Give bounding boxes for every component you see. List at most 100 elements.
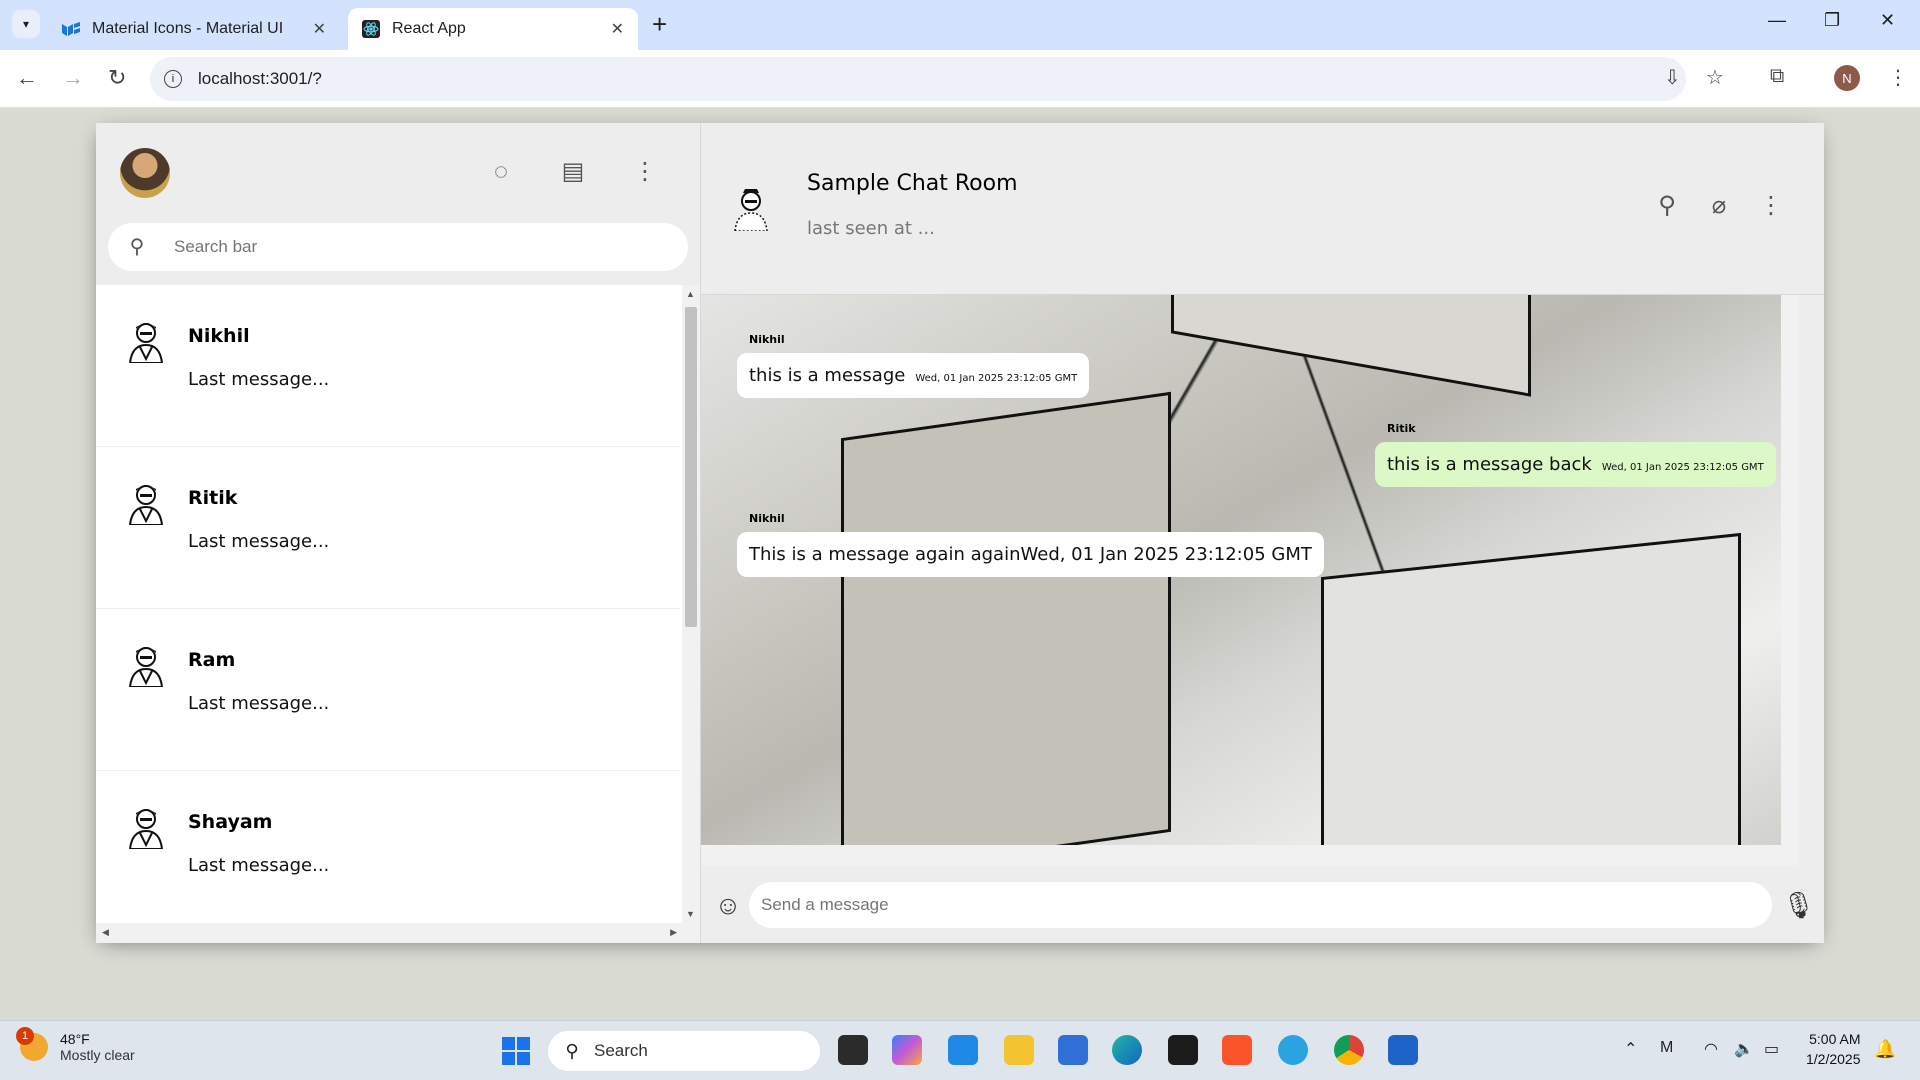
more-vert-icon[interactable]: ⋮ — [630, 157, 660, 187]
copilot-icon[interactable] — [892, 1035, 922, 1065]
more-vert-icon[interactable]: ⋮ — [1756, 191, 1786, 221]
chat-list-horizontal-scrollbar[interactable]: ◀ ▶ — [96, 923, 683, 943]
chat-body-horizontal-scrollbar[interactable] — [701, 845, 1799, 865]
taskbar-search-label: Search — [594, 1041, 648, 1060]
close-window-icon[interactable]: ✕ — [1880, 10, 1895, 31]
chat-header: Sample Chat Room last seen at ... ⚲ ⌀ ⋮ — [701, 123, 1824, 295]
restore-icon[interactable]: ❐ — [1824, 10, 1840, 31]
minimize-icon[interactable]: — — [1768, 10, 1786, 31]
message-bubble: this is a message Wed, 01 Jan 2025 23:12:… — [737, 353, 1090, 398]
edge-icon[interactable] — [1112, 1035, 1142, 1065]
profile-avatar[interactable]: N — [1834, 65, 1860, 91]
battery-icon[interactable]: ▭ — [1764, 1039, 1779, 1059]
clock[interactable]: 5:00 AM 1/2/2025 — [1806, 1029, 1861, 1069]
bookmark-star-icon[interactable]: ☆ — [1706, 65, 1724, 90]
tab-react-app[interactable]: React App ✕ — [348, 8, 638, 50]
scroll-down-arrow-icon[interactable]: ▼ — [686, 909, 695, 919]
wifi-icon[interactable]: ◠ — [1704, 1039, 1718, 1059]
react-logo-icon — [362, 20, 380, 38]
taskbar-search[interactable]: ⚲ Search — [548, 1031, 820, 1071]
chat-name: Shayam — [188, 811, 273, 833]
close-tab-icon[interactable]: ✕ — [313, 19, 326, 39]
user-avatar[interactable] — [120, 148, 170, 198]
back-icon[interactable]: ← — [16, 65, 38, 91]
chat-icon[interactable]: ▤ — [558, 157, 588, 187]
close-tab-icon[interactable]: ✕ — [611, 19, 624, 39]
message-sender: Nikhil — [749, 512, 785, 525]
chat-list: Nikhil Last message... Ritik Last messag… — [96, 285, 700, 943]
scrollbar-thumb[interactable] — [685, 307, 697, 627]
chat-panel: Sample Chat Room last seen at ... ⚲ ⌀ ⋮ … — [701, 123, 1824, 943]
forward-icon[interactable]: → — [62, 65, 84, 91]
search-container: ⚲ — [108, 223, 688, 271]
chat-list-item[interactable]: Shayam Last message... — [96, 771, 680, 933]
chat-list-scrollbar[interactable]: ▲ ▼ — [682, 285, 700, 943]
chat-last-message: Last message... — [188, 369, 330, 390]
search-icon[interactable]: ⚲ — [1652, 191, 1682, 221]
telegram-icon[interactable] — [1278, 1035, 1308, 1065]
chat-last-message: Last message... — [188, 855, 330, 876]
chat-message: Nikhil This is a message again againWed,… — [737, 512, 1324, 577]
last-seen-text: last seen at ... — [807, 218, 935, 239]
browser-menu-icon[interactable]: ⋮ — [1888, 65, 1908, 90]
windows-start-icon[interactable] — [502, 1037, 530, 1065]
search-input[interactable] — [174, 237, 574, 257]
attach-file-icon[interactable]: ⌀ — [1704, 191, 1734, 221]
scroll-left-arrow-icon[interactable]: ◀ — [102, 927, 109, 938]
chat-list-item[interactable]: Ritik Last message... — [96, 447, 680, 609]
address-bar[interactable]: i localhost:3001/? — [150, 57, 1686, 101]
chat-list-item[interactable]: Ram Last message... — [96, 609, 680, 771]
message-input[interactable] — [749, 882, 1772, 928]
sticky-notes-icon[interactable] — [1168, 1035, 1198, 1065]
volume-icon[interactable]: 🔈 — [1734, 1039, 1754, 1059]
tab-material-icons[interactable]: Material Icons - Material UI ✕ — [48, 8, 340, 50]
weather-badge: 1 — [16, 1027, 34, 1045]
search-icon: ⚲ — [565, 1041, 579, 1061]
room-avatar-icon — [734, 189, 768, 231]
chat-message: Nikhil this is a message Wed, 01 Jan 2025… — [737, 333, 1090, 398]
mui-logo-icon — [62, 20, 80, 38]
extensions-icon[interactable]: ⧉ — [1770, 65, 1784, 88]
message-bubble: this is a message back Wed, 01 Jan 2025 2… — [1375, 442, 1776, 487]
chrome-icon[interactable] — [1334, 1035, 1364, 1065]
file-explorer-icon[interactable] — [1004, 1035, 1034, 1065]
message-text: This is a message again again — [749, 544, 1021, 565]
message-text: this is a message — [749, 365, 906, 386]
weather-widget[interactable]: 1 48°F Mostly clear — [16, 1027, 135, 1063]
background-panel — [841, 391, 1171, 845]
vscode-icon[interactable] — [948, 1035, 978, 1065]
chat-last-message: Last message... — [188, 531, 330, 552]
install-app-icon[interactable]: ⇩ — [1664, 65, 1681, 90]
tray-overflow-icon[interactable]: ⌃ — [1624, 1039, 1637, 1059]
chat-body: Nikhil this is a message Wed, 01 Jan 2025… — [701, 295, 1799, 845]
chat-body-scrollbar[interactable] — [1781, 295, 1799, 845]
site-info-icon[interactable]: i — [164, 70, 182, 88]
emoji-icon[interactable]: ☺ — [713, 890, 743, 920]
scroll-up-arrow-icon[interactable]: ▲ — [686, 289, 695, 299]
status-icon[interactable]: ◌ — [486, 157, 516, 187]
store-icon[interactable] — [1058, 1035, 1088, 1065]
chat-name: Ritik — [188, 487, 238, 509]
message-timestamp: Wed, 01 Jan 2025 23:12:05 GMT — [915, 373, 1078, 384]
message-text: this is a message back — [1387, 454, 1592, 475]
brave-icon[interactable] — [1222, 1035, 1252, 1065]
tray-app-icon[interactable]: M — [1660, 1039, 1673, 1057]
chat-footer: ☺ 🎙 — [701, 867, 1824, 943]
tab-search-menu-button[interactable]: ▾ — [12, 10, 40, 38]
notification-bell-icon[interactable]: 🔔 — [1874, 1039, 1896, 1060]
person-avatar-icon — [128, 485, 164, 525]
new-tab-icon[interactable]: + — [652, 10, 667, 38]
room-title: Sample Chat Room — [807, 171, 1018, 196]
photos-icon[interactable] — [1388, 1035, 1418, 1065]
chat-list-item[interactable]: Nikhil Last message... — [96, 285, 680, 447]
weather-desc: Mostly clear — [60, 1047, 135, 1063]
chat-name: Nikhil — [188, 325, 250, 347]
mic-icon[interactable]: 🎙 — [1782, 890, 1815, 920]
chat-message-received: Ritik this is a message back Wed, 01 Jan … — [1375, 422, 1776, 487]
task-view-icon[interactable] — [838, 1035, 868, 1065]
reload-icon[interactable]: ↻ — [108, 65, 126, 91]
background-panel — [1321, 532, 1741, 845]
scroll-right-arrow-icon[interactable]: ▶ — [670, 927, 677, 938]
sidebar-header: ◌ ▤ ⋮ — [96, 123, 700, 223]
message-bubble: This is a message again againWed, 01 Jan… — [737, 532, 1324, 577]
